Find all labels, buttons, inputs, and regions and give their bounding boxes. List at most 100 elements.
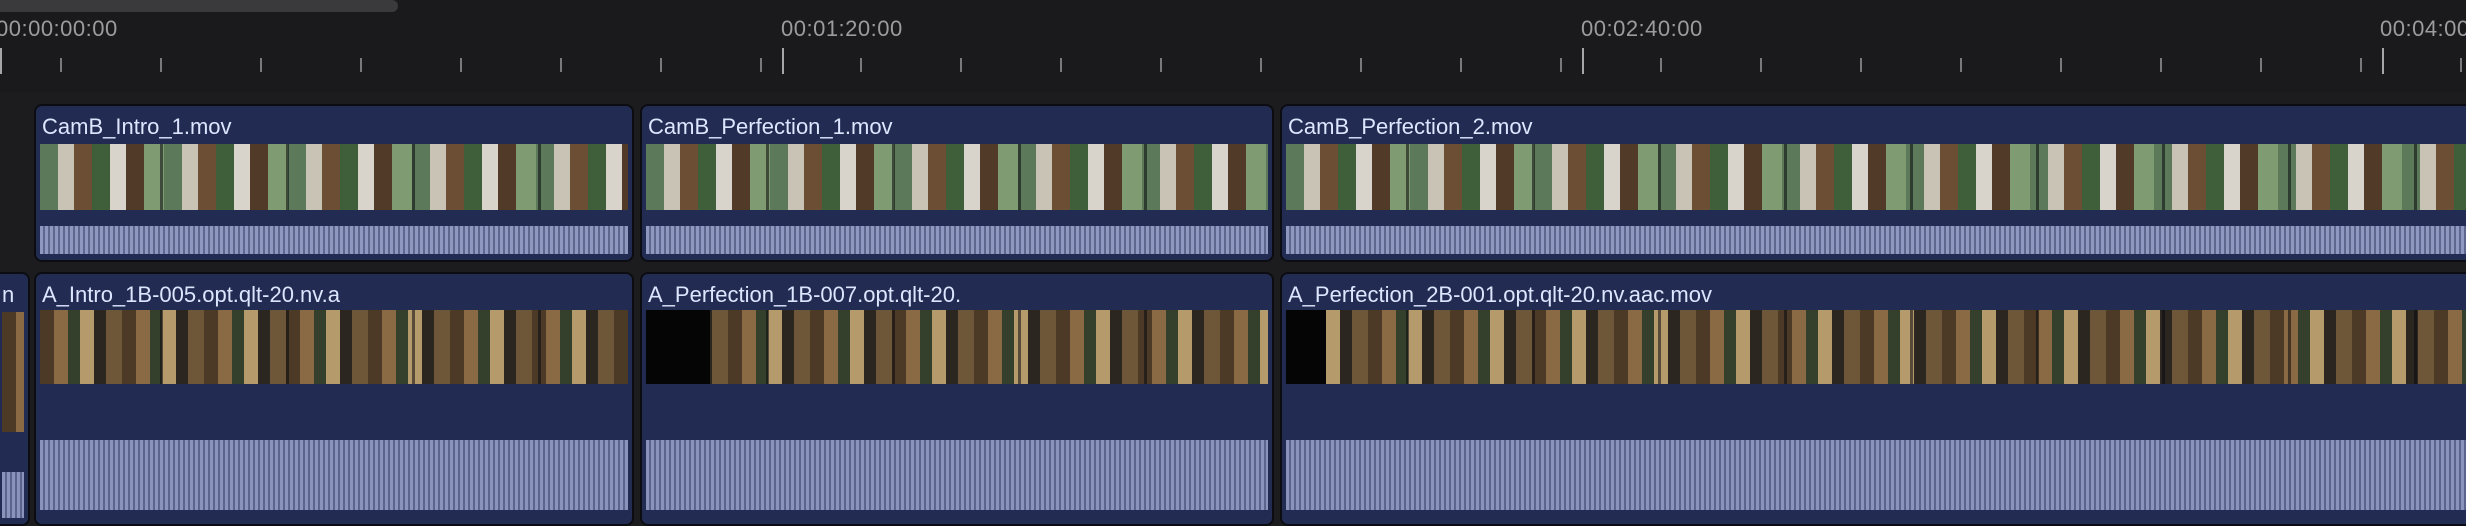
clip-filmstrip <box>646 144 1268 218</box>
clip-title: A_Perfection_2B-001.opt.qlt-20.nv.aac.mo… <box>1288 282 1712 307</box>
ruler-minor-tick <box>1760 58 1762 72</box>
filmstrip-frame-divider <box>160 144 163 218</box>
filmstrip-frame-divider <box>1406 144 1409 218</box>
clip-title: A_Perfection_1B-007.opt.qlt-20. <box>648 282 962 307</box>
ruler-minor-tick <box>1160 58 1162 72</box>
ruler-minor-tick <box>360 58 362 72</box>
filmstrip-frame-divider <box>892 144 895 218</box>
filmstrip-frame-divider <box>1018 144 1021 218</box>
filmstrip-frame-divider <box>286 144 289 218</box>
video-clip[interactable]: CamB_Perfection_2.mov <box>1280 104 2466 262</box>
filmstrip-frame-divider <box>1910 310 1913 384</box>
timecode-label: 00:00:00:00 <box>0 16 118 41</box>
clip-title: CamB_Perfection_2.mov <box>1288 114 1533 139</box>
ruler-minor-tick <box>460 58 462 72</box>
audio-waveform <box>40 434 628 510</box>
filmstrip-frame-divider <box>1784 144 1787 218</box>
filmstrip-frame-divider <box>2162 310 2165 384</box>
clip-filmstrip <box>2 312 24 432</box>
ruler-minor-tick <box>2360 58 2362 72</box>
filmstrip-frame-divider <box>1532 144 1535 218</box>
filmstrip-frame-divider <box>538 310 541 384</box>
timeline-ruler[interactable]: 00:00:00:00 00:01:20:00 00:02:40:00 00:0… <box>0 0 2466 92</box>
clip-title: CamB_Intro_1.mov <box>42 114 232 139</box>
filmstrip-frame-divider <box>1658 144 1661 218</box>
clip-filmstrip <box>646 310 1268 384</box>
ruler-minor-tick <box>960 58 962 72</box>
filmstrip-frame-divider <box>1658 310 1661 384</box>
filmstrip-frame-divider <box>286 310 289 384</box>
video-clip[interactable]: A_Perfection_2B-001.opt.qlt-20.nv.aac.mo… <box>1280 272 2466 526</box>
clip-title: A_Intro_1B-005.opt.qlt-20.nv.a <box>42 282 341 307</box>
ruler-minor-tick <box>560 58 562 72</box>
filmstrip-frame-divider <box>766 144 769 218</box>
timecode-label: 00:04:00 <box>2380 16 2466 41</box>
clip-filmstrip <box>1286 144 2466 218</box>
timeline-scrollbar-thumb[interactable] <box>0 0 398 12</box>
ruler-minor-tick <box>160 58 162 72</box>
audio-waveform <box>1286 434 2466 510</box>
ruler-minor-tick <box>260 58 262 72</box>
filmstrip-frame-divider <box>160 310 163 384</box>
ruler-minor-tick <box>1460 58 1462 72</box>
filmstrip-frame-divider <box>2288 144 2291 218</box>
clip-filmstrip <box>40 144 628 218</box>
ruler-minor-tick <box>760 58 762 72</box>
filmstrip-frame-divider <box>1784 310 1787 384</box>
ruler-major-tick <box>2382 48 2384 74</box>
video-clip[interactable]: n <box>0 272 30 526</box>
filmstrip-frame-divider <box>1144 144 1147 218</box>
filmstrip-frame-divider <box>1910 144 1913 218</box>
ruler-minor-tick <box>1660 58 1662 72</box>
clip-title: CamB_Perfection_1.mov <box>648 114 893 139</box>
filmstrip-frame-divider <box>2414 144 2417 218</box>
ruler-minor-tick <box>1060 58 1062 72</box>
video-clip[interactable]: A_Perfection_1B-007.opt.qlt-20. <box>640 272 1274 526</box>
clip-title: n <box>2 282 15 307</box>
filmstrip-frame-divider <box>1532 310 1535 384</box>
filmstrip-frame-divider <box>2162 144 2165 218</box>
filmstrip-frame-divider <box>1018 310 1021 384</box>
ruler-major-tick <box>0 48 2 74</box>
clip-filmstrip <box>40 310 628 384</box>
filmstrip-frame-divider <box>2036 310 2039 384</box>
filmstrip-frame-divider <box>538 144 541 218</box>
audio-waveform <box>2 466 24 518</box>
filmstrip-frame-divider <box>412 310 415 384</box>
ruler-minor-tick <box>1360 58 1362 72</box>
ruler-minor-tick <box>1960 58 1962 72</box>
filmstrip-frame-divider <box>892 310 895 384</box>
audio-waveform <box>646 434 1268 510</box>
ruler-minor-tick <box>2460 58 2462 72</box>
timecode-label: 00:01:20:00 <box>781 16 903 41</box>
ruler-minor-tick <box>660 58 662 72</box>
audio-waveform <box>40 210 628 254</box>
black-frame <box>646 310 710 384</box>
video-clip[interactable]: CamB_Intro_1.mov <box>34 104 634 262</box>
filmstrip-frame-divider <box>2414 310 2417 384</box>
filmstrip-frame-divider <box>2288 310 2291 384</box>
ruler-minor-tick <box>1560 58 1562 72</box>
black-frame <box>1286 310 1326 384</box>
ruler-major-tick <box>1582 48 1584 74</box>
timecode-label: 00:02:40:00 <box>1581 16 1703 41</box>
ruler-minor-tick <box>2060 58 2062 72</box>
video-clip[interactable]: A_Intro_1B-005.opt.qlt-20.nv.a <box>34 272 634 526</box>
filmstrip-frame-divider <box>766 310 769 384</box>
ruler-minor-tick <box>1260 58 1262 72</box>
filmstrip-frame-divider <box>412 144 415 218</box>
ruler-minor-tick <box>60 58 62 72</box>
ruler-minor-tick <box>2160 58 2162 72</box>
clip-filmstrip <box>1286 310 2466 384</box>
filmstrip-frame-divider <box>1144 310 1147 384</box>
ruler-minor-tick <box>1860 58 1862 72</box>
ruler-minor-tick <box>2260 58 2262 72</box>
timeline-tracks[interactable]: CamB_Intro_1.mov CamB_Perfection_1.mov C… <box>0 92 2466 526</box>
filmstrip-frame-divider <box>2036 144 2039 218</box>
audio-waveform <box>1286 210 2466 254</box>
filmstrip-frame-divider <box>1406 310 1409 384</box>
ruler-minor-tick <box>860 58 862 72</box>
ruler-major-tick <box>782 48 784 74</box>
audio-waveform <box>646 210 1268 254</box>
video-clip[interactable]: CamB_Perfection_1.mov <box>640 104 1274 262</box>
